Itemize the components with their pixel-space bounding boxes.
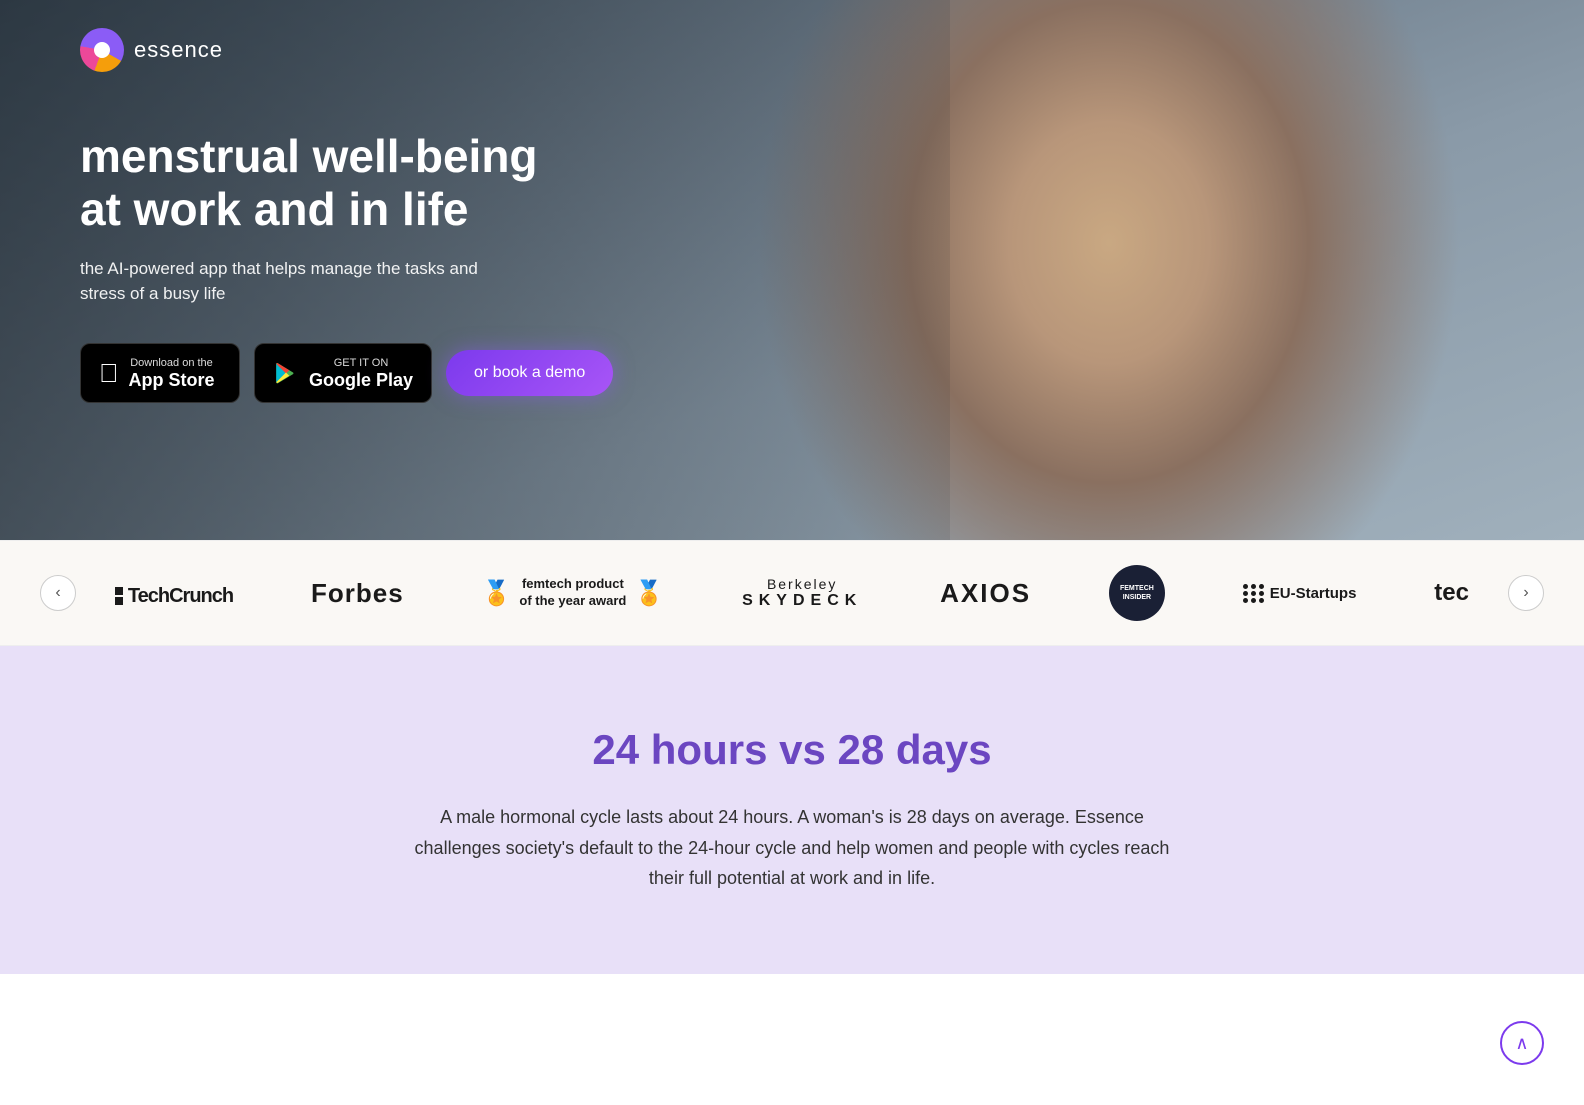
tec-logo: tec [1434,579,1469,607]
techcrunch-logo: TechCrunch [115,578,233,608]
app-store-text: Download on the App Store [129,354,215,392]
femtech-insider-logo: FEMTECHINSIDER [1109,565,1165,621]
list-item: Berkeley SKYDECK [722,576,882,610]
google-play-icon [273,360,299,386]
google-play-text: GET IT ON Google Play [309,354,413,392]
cta-row:  Download on the App Store GET IT ON Go… [80,343,1504,403]
hero-subtitle: the AI-powered app that helps manage the… [80,256,500,307]
forbes-logo: Forbes [311,578,404,609]
section-body: A male hormonal cycle lasts about 24 hou… [402,802,1182,894]
list-item: FEMTECHINSIDER [1089,565,1185,621]
berkeley-logo: Berkeley SKYDECK [742,576,862,610]
list-item: AXIOS [920,578,1051,609]
list-item: TechCrunch [95,578,253,608]
list-item: tec [1414,579,1489,607]
logos-inner: TechCrunch Forbes 🏅 femtech product of t… [76,565,1508,621]
logo-text: essence [134,37,223,63]
laurel-right-icon: 🏅 [634,579,664,608]
femtech-award-logo: 🏅 femtech product of the year award 🏅 [482,576,665,610]
section-title: 24 hours vs 28 days [200,726,1384,774]
list-item: EU-Startups [1223,584,1377,603]
axios-logo: AXIOS [940,578,1031,609]
google-play-button[interactable]: GET IT ON Google Play [254,343,432,403]
app-store-button[interactable]:  Download on the App Store [80,343,240,403]
logos-next-button[interactable]: › [1508,575,1544,611]
section-purple: 24 hours vs 28 days A male hormonal cycl… [0,646,1584,974]
apple-icon:  [99,360,119,386]
logos-strip: ‹ TechCrunch Forbes 🏅 [0,540,1584,646]
nav-bar: essence [0,0,1584,100]
laurel-left-icon: 🏅 [482,579,512,608]
logo-mark [80,28,124,72]
logos-prev-button[interactable]: ‹ [40,575,76,611]
eu-startups-logo: EU-Startups [1243,584,1357,603]
list-item: Forbes [291,578,424,609]
hero-section: essence menstrual well-being at work and… [0,0,1584,540]
hero-title: menstrual well-being at work and in life [80,130,600,236]
demo-button[interactable]: or book a demo [446,350,613,396]
list-item: 🏅 femtech product of the year award 🏅 [462,576,685,610]
scroll-top-button[interactable]: ∧ [1500,1021,1544,1065]
hero-content: menstrual well-being at work and in life… [0,100,1584,403]
